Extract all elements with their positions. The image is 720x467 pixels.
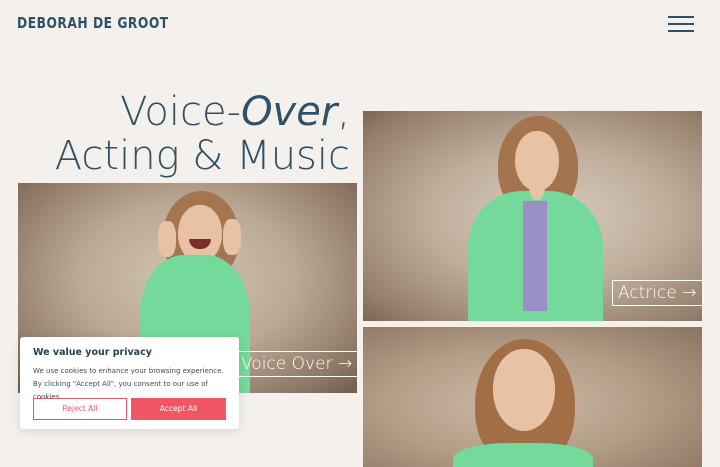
menu-line — [668, 16, 694, 18]
menu-line — [668, 23, 694, 25]
actrice-link[interactable]: Actrice → — [612, 280, 704, 306]
voice-over-link-label: Voice Over — [241, 354, 333, 374]
arrow-right-icon: → — [337, 354, 353, 374]
hero-title-italic: Over — [241, 89, 338, 135]
hero-title: Voice-Over, Acting & Music — [55, 90, 350, 178]
voice-over-link[interactable]: Voice Over → — [235, 351, 360, 377]
menu-line — [668, 30, 694, 32]
arrow-right-icon: → — [682, 283, 697, 303]
hero-title-part2: , — [337, 89, 350, 135]
cookie-consent-banner: We value your privacy We use cookies to … — [20, 337, 239, 429]
cookie-title: We value your privacy — [33, 347, 152, 358]
hero-title-line2: Acting & Music — [54, 133, 350, 179]
actrice-link-label: Actrice — [618, 283, 677, 303]
hero-title-part1: Voice- — [120, 89, 242, 135]
portrait-photo[interactable] — [363, 327, 702, 467]
accept-all-button[interactable]: Accept All — [131, 398, 226, 420]
reject-all-button[interactable]: Reject All — [33, 398, 127, 420]
hamburger-menu-icon[interactable] — [668, 16, 694, 34]
site-logo[interactable]: DEBORAH DE GROOT — [17, 14, 169, 32]
